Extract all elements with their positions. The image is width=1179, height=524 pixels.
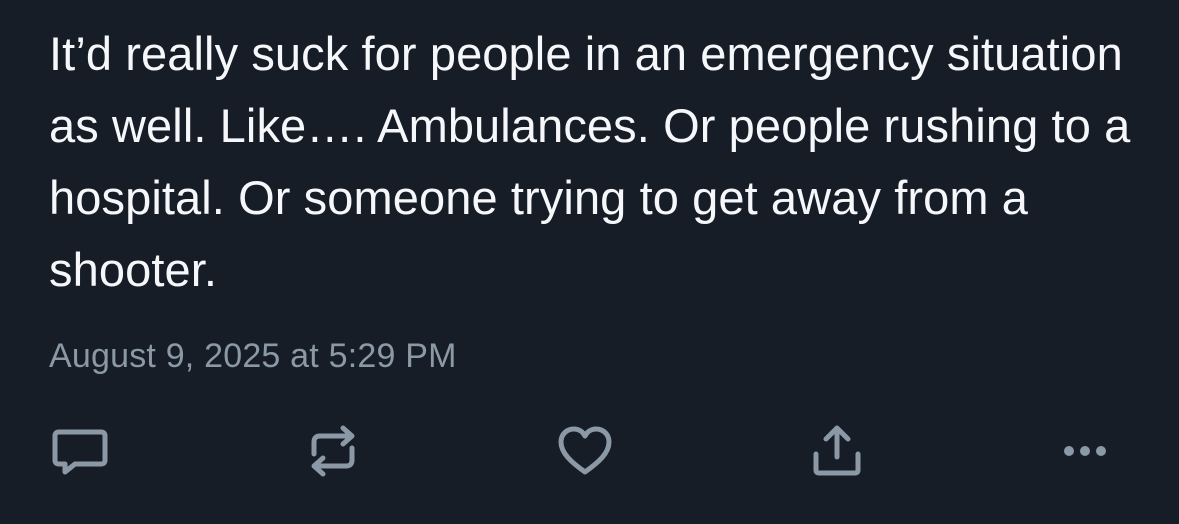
repost-icon	[311, 425, 355, 477]
more-options-button[interactable]	[1053, 420, 1117, 482]
reply-icon	[52, 429, 108, 475]
repost-button[interactable]	[301, 420, 365, 482]
reply-button[interactable]	[48, 420, 112, 482]
more-icon	[1064, 446, 1106, 456]
post-action-bar	[0, 420, 1179, 482]
share-button[interactable]	[805, 420, 869, 482]
post-text: It’d really suck for people in an emerge…	[49, 27, 1144, 296]
share-icon	[813, 425, 861, 476]
post-timestamp: August 9, 2025 at 5:29 PM	[49, 337, 457, 375]
heart-icon	[558, 426, 612, 475]
like-button[interactable]	[553, 420, 617, 482]
